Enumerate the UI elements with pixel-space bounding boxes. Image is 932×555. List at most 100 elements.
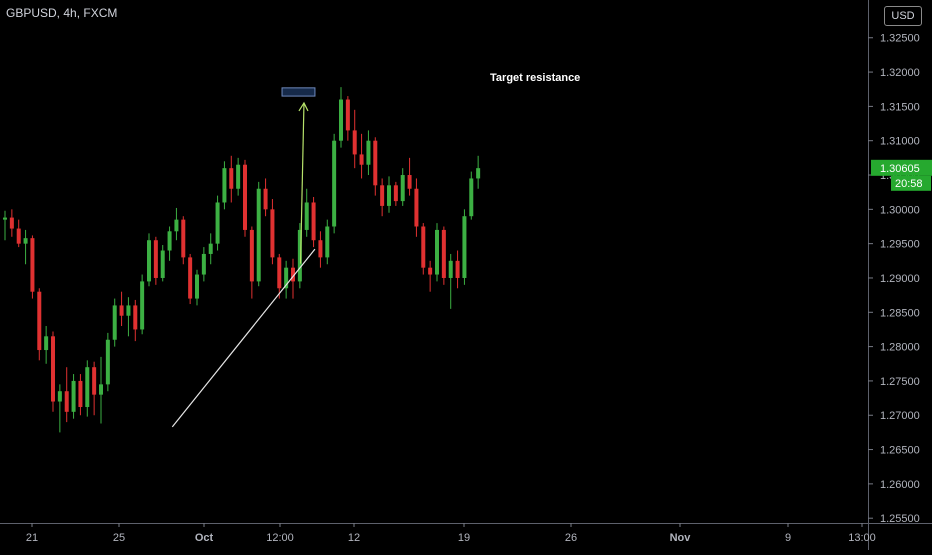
y-tick-label: 1.28500	[880, 307, 920, 319]
candle-body	[44, 336, 49, 351]
candle	[195, 269, 199, 306]
candle-body	[23, 238, 28, 244]
candle	[236, 157, 241, 196]
candle-body	[195, 274, 199, 299]
candle	[366, 130, 371, 176]
x-tick-label: 21	[26, 532, 38, 544]
candle-body	[325, 226, 330, 258]
candle-body	[393, 185, 398, 202]
chart-root: Target resistance 1.32500 1.32000 1.31500 1…	[0, 0, 932, 550]
candle-body	[64, 391, 69, 412]
candle-body	[71, 380, 76, 412]
symbol-title[interactable]: GBPUSD, 4h, FXCM	[6, 6, 117, 20]
candle	[455, 250, 460, 289]
price-chart[interactable]: Target resistance 1.32500 1.32000 1.31500 1…	[0, 0, 932, 550]
candle	[352, 109, 357, 169]
candle	[249, 226, 254, 299]
candle	[435, 223, 439, 282]
candle-body	[85, 367, 90, 408]
candle	[304, 188, 309, 237]
candle	[400, 168, 405, 206]
candle	[126, 297, 131, 337]
candle	[380, 178, 385, 217]
x-tick-label: Oct	[195, 532, 214, 544]
candle	[57, 384, 62, 433]
candle-body	[345, 99, 350, 131]
candle	[188, 253, 193, 305]
candle	[448, 253, 453, 309]
candle	[441, 226, 446, 285]
candle-body	[140, 281, 145, 330]
x-tick-label: Nov	[670, 532, 692, 544]
candle	[407, 157, 412, 196]
candle-body	[448, 260, 453, 278]
candle-body	[380, 185, 385, 206]
candle	[428, 260, 433, 292]
candle-body	[174, 219, 179, 232]
countdown-label: 20:58	[895, 178, 923, 190]
candle	[359, 133, 364, 179]
candle	[325, 219, 330, 265]
candle	[174, 207, 179, 241]
y-tick-label: 1.31000	[880, 136, 920, 148]
candle	[414, 178, 419, 237]
candle	[167, 226, 172, 261]
candle	[421, 223, 426, 275]
candle-body	[421, 226, 426, 268]
candle	[256, 181, 261, 287]
candle	[92, 361, 97, 416]
candle	[263, 178, 268, 217]
candle	[318, 231, 323, 268]
candle	[153, 236, 158, 285]
candle-body	[270, 209, 275, 258]
candle-body	[318, 240, 323, 258]
candles-layer	[3, 87, 481, 433]
candle-body	[153, 240, 158, 278]
candle	[3, 210, 7, 241]
candle-body	[243, 164, 247, 230]
currency-badge[interactable]: USD	[884, 6, 922, 26]
candle	[311, 196, 316, 248]
trendline	[171, 248, 316, 428]
x-tick-label: 25	[113, 532, 125, 544]
candle	[332, 133, 337, 234]
candle-body	[160, 250, 165, 278]
candle	[78, 374, 83, 416]
candle	[140, 274, 145, 335]
candle-body	[462, 216, 467, 278]
candle	[284, 260, 289, 299]
candle-body	[126, 305, 131, 316]
x-tick-label: 12	[348, 532, 360, 544]
candle-body	[51, 336, 55, 402]
candle-body	[366, 140, 371, 165]
candle	[339, 87, 343, 148]
candle	[222, 161, 227, 210]
candle	[30, 235, 35, 299]
candle-body	[105, 339, 110, 385]
candle	[208, 233, 213, 265]
candle-body	[99, 384, 103, 395]
x-tick-label: 12:00	[266, 532, 294, 544]
candle-body	[181, 219, 186, 258]
candle-body	[229, 168, 234, 189]
resistance-label: Target resistance	[490, 72, 580, 84]
y-tick-label: 1.31500	[880, 101, 920, 113]
candle-body	[311, 202, 316, 241]
candle-body	[435, 229, 439, 275]
candle	[345, 96, 350, 141]
candle	[270, 199, 275, 265]
y-tick-label: 1.30000	[880, 204, 920, 216]
x-tick-label: 9	[785, 532, 791, 544]
candle-body	[119, 305, 124, 316]
candle	[215, 195, 220, 251]
candle-body	[339, 99, 343, 141]
y-tick-label: 1.26000	[880, 479, 920, 491]
candle	[243, 159, 247, 237]
candle-body	[387, 185, 391, 206]
candle	[387, 176, 391, 213]
candle	[51, 331, 55, 412]
candle-body	[476, 168, 481, 179]
y-tick-label: 1.29000	[880, 273, 920, 285]
candle	[105, 332, 110, 392]
candle	[119, 291, 124, 327]
